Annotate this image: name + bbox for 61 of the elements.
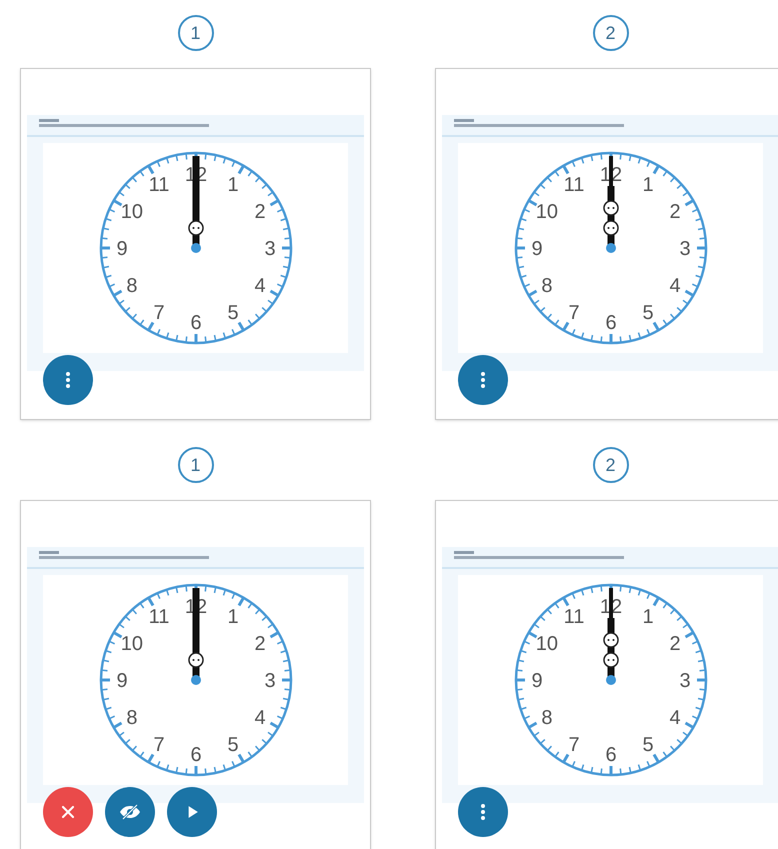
dial-number: 11 bbox=[148, 606, 169, 628]
illegible-text-line bbox=[39, 551, 59, 554]
dial-number: 4 bbox=[254, 707, 266, 729]
dial-number: 11 bbox=[563, 174, 584, 196]
dial-number: 10 bbox=[120, 633, 143, 655]
dial-number: 3 bbox=[264, 238, 276, 260]
dial-number: 1 bbox=[226, 606, 238, 628]
close-button[interactable] bbox=[43, 787, 93, 837]
dial-number: 9 bbox=[116, 670, 128, 692]
vertical-dots-icon bbox=[66, 372, 70, 388]
dial-number: 10 bbox=[535, 201, 558, 223]
dial-number: 4 bbox=[669, 707, 680, 729]
more-options-button[interactable] bbox=[458, 787, 508, 837]
dial-number: 7 bbox=[568, 302, 580, 324]
dial-number: 8 bbox=[126, 275, 137, 297]
more-options-button[interactable] bbox=[43, 355, 93, 405]
step-number: 2 bbox=[592, 15, 628, 51]
dial-number: 3 bbox=[678, 238, 690, 260]
dial-number: 10 bbox=[120, 201, 143, 223]
dial-number: 8 bbox=[540, 707, 552, 729]
dial-number: 5 bbox=[226, 302, 238, 324]
dial-number: 5 bbox=[642, 734, 654, 756]
dial-number: 6 bbox=[604, 312, 616, 334]
dial-number: 1 bbox=[642, 606, 654, 628]
dial-number: 1 bbox=[642, 174, 654, 196]
dial-number: 9 bbox=[530, 670, 542, 692]
dial-number: 6 bbox=[190, 312, 202, 334]
dial-number: 4 bbox=[669, 275, 680, 297]
illegible-text-line bbox=[39, 119, 59, 122]
dial-number: 5 bbox=[226, 734, 238, 756]
dial-number: 2 bbox=[669, 201, 680, 223]
dial-number: 9 bbox=[116, 238, 128, 260]
dial-number: 9 bbox=[530, 238, 542, 260]
dial-number: 7 bbox=[152, 734, 164, 756]
illegible-text-line bbox=[454, 119, 474, 122]
dial-number: 2 bbox=[254, 201, 266, 223]
hide-button[interactable] bbox=[105, 787, 155, 837]
step-number: 1 bbox=[178, 447, 214, 483]
dial-number: 6 bbox=[190, 744, 202, 766]
vertical-dots-icon bbox=[481, 372, 485, 388]
dial-number: 7 bbox=[152, 302, 164, 324]
dial-number: 11 bbox=[148, 174, 169, 196]
dial-number: 8 bbox=[126, 707, 137, 729]
illegible-text-line bbox=[454, 551, 474, 554]
dial-number: 5 bbox=[642, 302, 654, 324]
dial-number: 10 bbox=[535, 633, 558, 655]
dial-number: 3 bbox=[678, 670, 690, 692]
dial-number: 6 bbox=[604, 744, 616, 766]
step-number: 2 bbox=[592, 447, 628, 483]
vertical-dots-icon bbox=[481, 804, 485, 820]
dial-number: 3 bbox=[264, 670, 276, 692]
dial-number: 11 bbox=[563, 606, 584, 628]
step-number: 1 bbox=[178, 15, 214, 51]
dial-number: 2 bbox=[669, 633, 680, 655]
dial-number: 4 bbox=[254, 275, 266, 297]
more-options-button[interactable] bbox=[458, 355, 508, 405]
dial-number: 8 bbox=[540, 275, 552, 297]
dial-number: 1 bbox=[226, 174, 238, 196]
dial-number: 2 bbox=[254, 633, 266, 655]
play-button[interactable] bbox=[167, 787, 217, 837]
dial-number: 7 bbox=[568, 734, 580, 756]
